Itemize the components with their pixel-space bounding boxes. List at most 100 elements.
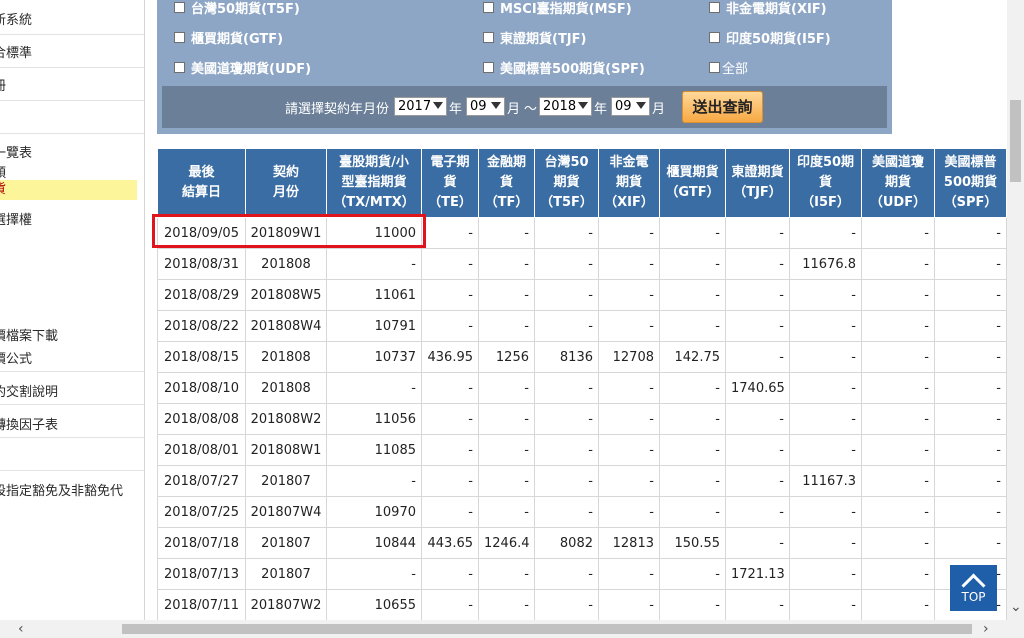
table-cell: - — [789, 341, 862, 373]
table-cell: - — [789, 372, 862, 404]
table-cell: 2018/07/25 — [157, 496, 246, 528]
table-cell: 1721.13 — [725, 558, 790, 590]
start-month-select[interactable]: 09 — [466, 97, 505, 116]
option-i5f[interactable]: 印度50期貨(I5F) — [709, 28, 831, 47]
option-tjf[interactable]: 東證期貨(TJF) — [483, 28, 586, 47]
option-label: 非金電期貨(XIF) — [726, 2, 827, 17]
sidebar-item-label: 一覽表 — [0, 146, 33, 161]
scroll-down-icon[interactable]: ⌄ — [1010, 600, 1022, 614]
table-cell: - — [421, 217, 479, 249]
table-cell: - — [598, 434, 660, 466]
vertical-scroll-thumb[interactable] — [1010, 100, 1021, 182]
table-cell: - — [598, 465, 660, 497]
column-header: 電子期貨 （TE） — [421, 148, 479, 218]
checkbox[interactable] — [709, 62, 720, 73]
table-cell: - — [478, 434, 535, 466]
table-cell: - — [725, 217, 790, 249]
sidebar-item-7[interactable]: 價檔案下載 — [0, 325, 144, 344]
checkbox[interactable] — [483, 2, 494, 13]
submit-query-button[interactable]: 送出查詢 — [682, 91, 763, 123]
table-cell: - — [934, 248, 1007, 280]
option-udf[interactable]: 美國道瓊期貨(UDF) — [174, 58, 311, 77]
column-header-line: 櫃買期貨 — [666, 165, 719, 180]
table-cell: - — [598, 248, 660, 280]
back-to-top-button[interactable]: TOP — [950, 565, 997, 611]
sidebar-divider — [0, 404, 144, 405]
sidebar-item-2[interactable]: 冊 — [0, 75, 144, 94]
table-cell: 11676.8 — [789, 248, 862, 280]
table-cell: - — [861, 434, 935, 466]
option-label: 印度50期貨(I5F) — [726, 32, 831, 47]
checkbox[interactable] — [709, 32, 720, 43]
table-cell: - — [421, 465, 479, 497]
sidebar-item-8[interactable]: 價公式 — [0, 348, 144, 367]
table-cell: - — [659, 248, 726, 280]
column-header-line: （TE） — [428, 195, 472, 210]
column-header: 印度50期貨 （I5F） — [789, 148, 862, 218]
table-cell: - — [659, 279, 726, 311]
table-row: 2018/07/27 201807- - - - - - -11167.3- - — [157, 465, 1007, 497]
table-cell: - — [789, 310, 862, 342]
table-cell: 11061 — [326, 279, 422, 311]
checkbox[interactable] — [174, 2, 185, 13]
option-xif[interactable]: 非金電期貨(XIF) — [709, 0, 827, 17]
checkbox[interactable] — [483, 32, 494, 43]
option-label: 美國標普500期貨(SPF) — [500, 62, 645, 77]
settlement-table: 最後 結算日 契約 月份 臺股期貨/小 型臺指期貨 （TX/MTX） 電子期貨（TE） 金融期貨… — [157, 148, 1007, 621]
option-t5f[interactable]: 台灣50期貨(T5F) — [174, 0, 300, 17]
horizontal-scrollbar[interactable]: ‹ › — [0, 620, 1024, 638]
option-gtf[interactable]: 櫃買期貨(GTF) — [174, 28, 283, 47]
table-cell: 2018/07/13 — [157, 558, 246, 590]
table-cell: - — [534, 558, 599, 590]
vertical-scrollbar[interactable]: ⌄ — [1007, 0, 1024, 620]
table-cell: - — [934, 403, 1007, 435]
sidebar-item-label: 價公式 — [0, 352, 33, 367]
sidebar-item-10[interactable]: 轉換因子表 — [0, 414, 144, 433]
chevron-down-icon — [578, 102, 588, 109]
sidebar-item-6[interactable]: 選擇權 — [0, 209, 144, 228]
table-cell: 201807 — [245, 465, 327, 497]
sidebar-divider — [0, 133, 144, 134]
scroll-left-icon[interactable]: ‹ — [18, 622, 24, 636]
scroll-right-icon[interactable]: › — [983, 622, 989, 636]
end-month-select[interactable]: 09 — [611, 97, 650, 116]
column-header-line: （UDF） — [869, 195, 927, 210]
column-header-line: 印度50期 — [796, 155, 855, 170]
sidebar-item-11[interactable]: 設指定豁免及非豁免代 — [0, 480, 144, 499]
table-cell: 2018/07/11 — [157, 589, 246, 621]
table-cell: - — [598, 589, 660, 621]
month-unit: 月 — [652, 102, 666, 117]
sidebar-item-0[interactable]: 新系統 — [0, 9, 144, 28]
sidebar-item-5-active[interactable]: 貨 — [0, 180, 137, 200]
table-cell: - — [421, 279, 479, 311]
checkbox[interactable] — [174, 32, 185, 43]
start-year-select[interactable]: 2017 — [394, 97, 447, 116]
sidebar-item-1[interactable]: 合標準 — [0, 42, 144, 61]
table-cell: 10844 — [326, 527, 422, 559]
sidebar-item-9[interactable]: 約交割說明 — [0, 381, 144, 400]
table-row: 2018/08/08 201808W2 11056- - - - - - - - - — [157, 403, 1007, 435]
column-header: 契約 月份 — [245, 148, 327, 218]
table-cell: 12813 — [598, 527, 660, 559]
sidebar-item-label: 轉換因子表 — [0, 418, 59, 433]
table-cell: - — [326, 558, 422, 590]
option-msf[interactable]: MSCI臺指期貨(MSF) — [483, 0, 632, 17]
table-cell: - — [598, 558, 660, 590]
option-spf[interactable]: 美國標普500期貨(SPF) — [483, 58, 645, 77]
table-cell: - — [421, 248, 479, 280]
checkbox[interactable] — [709, 2, 720, 13]
table-cell: - — [478, 310, 535, 342]
chevron-down-icon — [433, 102, 443, 109]
table-cell: 2018/08/08 — [157, 403, 246, 435]
sidebar-item-4[interactable]: 類 — [0, 162, 144, 181]
checkbox[interactable] — [483, 62, 494, 73]
horizontal-scroll-thumb[interactable] — [122, 624, 972, 634]
table-cell: - — [421, 403, 479, 435]
filter-panel: 台灣50期貨(T5F) MSCI臺指期貨(MSF) 非金電期貨(XIF) 櫃買期… — [157, 0, 892, 134]
option-all[interactable]: 全部 — [709, 58, 748, 77]
column-header: 櫃買期貨 （GTF） — [659, 148, 726, 218]
table-row: 2018/07/13 201807- - - - - -1721.13- - - — [157, 558, 1007, 590]
end-year-select[interactable]: 2018 — [539, 97, 592, 116]
checkbox[interactable] — [174, 62, 185, 73]
sidebar-item-3[interactable]: 一覽表 — [0, 142, 144, 161]
